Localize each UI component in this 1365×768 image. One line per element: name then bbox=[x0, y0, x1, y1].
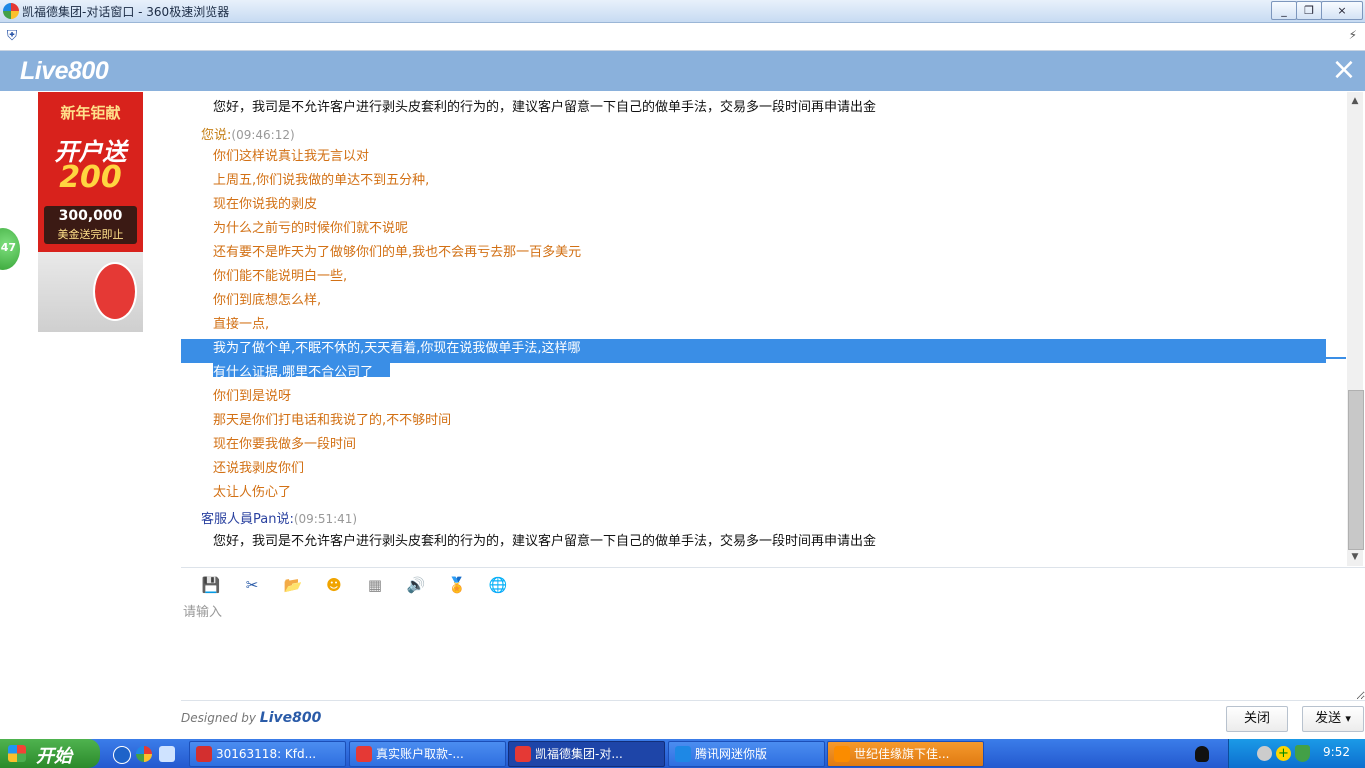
folder-icon[interactable]: 📂 bbox=[283, 575, 303, 595]
taskbar-item-label: 30163118: Kfd... bbox=[216, 747, 317, 761]
taskbar-item-label: 世纪佳缘旗下佳... bbox=[854, 747, 950, 761]
scroll-down-arrow-icon[interactable]: ▼ bbox=[1347, 548, 1363, 566]
address-bar[interactable]: ⛨ ⚡ bbox=[0, 23, 1365, 51]
chat-message: 为什么之前亏的时候你们就不说呢 bbox=[213, 221, 409, 236]
taskbar-item-icon bbox=[675, 746, 691, 762]
taskbar-item[interactable]: 腾讯网迷你版 bbox=[668, 741, 825, 767]
chat-message: 我为了做个单,不眠不休的,天天看着,你现在说我做单手法,这样哪 bbox=[213, 341, 581, 356]
chat-message: 你们到是说呀 bbox=[213, 389, 292, 404]
system-tray: + 9:52 bbox=[1228, 739, 1365, 768]
globe-icon[interactable]: 🌐 bbox=[488, 575, 508, 595]
calculator-icon[interactable]: ▦ bbox=[365, 575, 385, 595]
quicklaunch-ie-icon[interactable] bbox=[159, 746, 175, 762]
send-dropdown-icon[interactable]: ▾ bbox=[1345, 712, 1351, 725]
side-float-badge[interactable]: 47 bbox=[0, 226, 22, 272]
message-time: (09:51:41) bbox=[293, 512, 358, 526]
chat-message: 直接一点, bbox=[213, 317, 270, 332]
promo-banner[interactable]: 新年钜献 开户送 200 300,000 美金送完即止 bbox=[38, 92, 143, 332]
tray-security-shield-icon[interactable] bbox=[1295, 745, 1310, 762]
tray-network-icon[interactable] bbox=[1257, 746, 1272, 761]
close-chat-icon[interactable]: × bbox=[1329, 55, 1359, 85]
screenshot-scissors-icon[interactable]: ✂ bbox=[242, 575, 262, 595]
taskbar: 开始 + 9:52 30163118: Kfd... 真实账户取款-... 凯福德集… bbox=[0, 739, 1365, 768]
browser-logo-icon bbox=[3, 3, 19, 19]
quicklaunch-k-icon[interactable] bbox=[113, 746, 131, 764]
chat-message: 上周五,你们说我做的单达不到五分种, bbox=[213, 173, 430, 188]
close-window-button[interactable]: × bbox=[1321, 1, 1363, 20]
chat-message: 现在你要我做多一段时间 bbox=[213, 437, 357, 452]
designed-by-brand: Live800 bbox=[259, 710, 322, 726]
sound-icon[interactable]: 🔊 bbox=[406, 575, 426, 595]
taskbar-item-icon bbox=[356, 746, 372, 762]
lion-dance-image bbox=[93, 262, 137, 321]
banner-amount: 300,000 bbox=[58, 208, 123, 224]
security-shield-icon[interactable]: ⛨ bbox=[4, 28, 20, 44]
banner-line-3: 200 bbox=[59, 160, 122, 195]
scroll-up-arrow-icon[interactable]: ▲ bbox=[1347, 92, 1363, 110]
message-input[interactable] bbox=[181, 601, 1365, 701]
bolt-icon[interactable]: ⚡ bbox=[1349, 28, 1357, 42]
banner-note: 美金送完即止 bbox=[57, 228, 124, 241]
taskbar-item-label: 真实账户取款-... bbox=[376, 747, 464, 761]
designed-by: Designed by Live800 bbox=[181, 710, 321, 726]
close-button[interactable]: 关闭 bbox=[1226, 706, 1288, 732]
chat-message: 太让人伤心了 bbox=[213, 485, 292, 500]
taskbar-item[interactable]: 30163118: Kfd... bbox=[189, 741, 346, 767]
speaker-name: 您说: bbox=[201, 128, 232, 143]
windows-logo-icon bbox=[8, 745, 26, 762]
live800-logo: Live800 bbox=[20, 57, 109, 85]
chat-message: 现在你说我的剥皮 bbox=[213, 197, 318, 212]
scroll-thumb[interactable] bbox=[1348, 390, 1364, 550]
taskbar-item[interactable]: 凯福德集团-对... bbox=[508, 741, 665, 767]
chat-history[interactable]: 您好，我司是不允许客户进行剥头皮套利的行为的，建议客户留意一下自己的做单手法，交… bbox=[181, 92, 1346, 566]
chat-message: 有什么证据,哪里不合公司了 bbox=[213, 365, 374, 380]
speaker-name: 客服人員Pan说: bbox=[201, 512, 294, 527]
start-label: 开始 bbox=[36, 746, 72, 767]
taskbar-item-icon bbox=[515, 746, 531, 762]
minimize-button[interactable]: _ bbox=[1271, 1, 1297, 20]
message-header: 客服人員Pan说:(09:51:41) bbox=[201, 508, 357, 527]
taskbar-item-icon bbox=[196, 746, 212, 762]
chat-message: 您好，我司是不允许客户进行剥头皮套利的行为的，建议客户留意一下自己的做单手法，交… bbox=[213, 100, 877, 115]
quicklaunch-browser-icon[interactable] bbox=[136, 746, 152, 762]
taskbar-item[interactable]: 真实账户取款-... bbox=[349, 741, 506, 767]
window-title-bar[interactable]: 凯福德集团-对话窗口 - 360极速浏览器 _ ❐ × bbox=[0, 0, 1365, 23]
send-button-label: 发送 bbox=[1315, 711, 1342, 726]
send-button[interactable]: 发送 ▾ bbox=[1302, 706, 1364, 732]
chat-scrollbar[interactable]: ▲ ▼ bbox=[1347, 92, 1364, 566]
chat-message: 你们能不能说明白一些, bbox=[213, 269, 348, 284]
chat-message: 那天是你们打电话和我说了的,不不够时间 bbox=[213, 413, 452, 428]
taskbar-item-label: 凯福德集团-对... bbox=[535, 747, 623, 761]
chat-message: 您好，我司是不允许客户进行剥头皮套利的行为的，建议客户留意一下自己的做单手法，交… bbox=[213, 534, 877, 549]
emoji-icon[interactable]: ☻ bbox=[324, 575, 344, 595]
save-icon[interactable]: 💾 bbox=[201, 575, 221, 595]
message-time: (09:46:12) bbox=[231, 128, 295, 142]
chat-header: Live800 × bbox=[0, 51, 1365, 91]
qq-penguin-icon[interactable] bbox=[1195, 746, 1209, 762]
message-header: 您说:(09:46:12) bbox=[201, 124, 295, 143]
tray-plus-icon[interactable]: + bbox=[1276, 746, 1291, 761]
start-button[interactable]: 开始 bbox=[0, 739, 100, 768]
chat-message: 你们这样说真让我无言以对 bbox=[213, 149, 370, 164]
window-title: 凯福德集团-对话窗口 - 360极速浏览器 bbox=[22, 5, 230, 19]
restore-button[interactable]: ❐ bbox=[1296, 1, 1322, 20]
message-input-placeholder: 请输入 bbox=[183, 605, 223, 620]
chat-message: 你们到底想怎么样, bbox=[213, 293, 322, 308]
banner-line-1: 新年钜献 bbox=[60, 104, 121, 122]
designed-by-prefix: Designed by bbox=[181, 711, 256, 725]
taskbar-item-icon bbox=[834, 746, 850, 762]
banner-amount-box: 300,000 美金送完即止 bbox=[44, 206, 137, 244]
chat-message: 还说我剥皮你们 bbox=[213, 461, 305, 476]
taskbar-item[interactable]: 世纪佳缘旗下佳... bbox=[827, 741, 984, 767]
taskbar-item-label: 腾讯网迷你版 bbox=[695, 747, 768, 761]
side-badge-number: 47 bbox=[0, 241, 16, 254]
chat-toolbar: 💾 ✂ 📂 ☻ ▦ 🔊 🏅 🌐 bbox=[181, 567, 1365, 602]
selection-rule bbox=[181, 357, 1346, 359]
clock: 9:52 bbox=[1323, 745, 1350, 759]
chat-message: 还有要不是昨天为了做够你们的单,我也不会再亏去那一百多美元 bbox=[213, 245, 582, 260]
badge-icon[interactable]: 🏅 bbox=[447, 575, 467, 595]
